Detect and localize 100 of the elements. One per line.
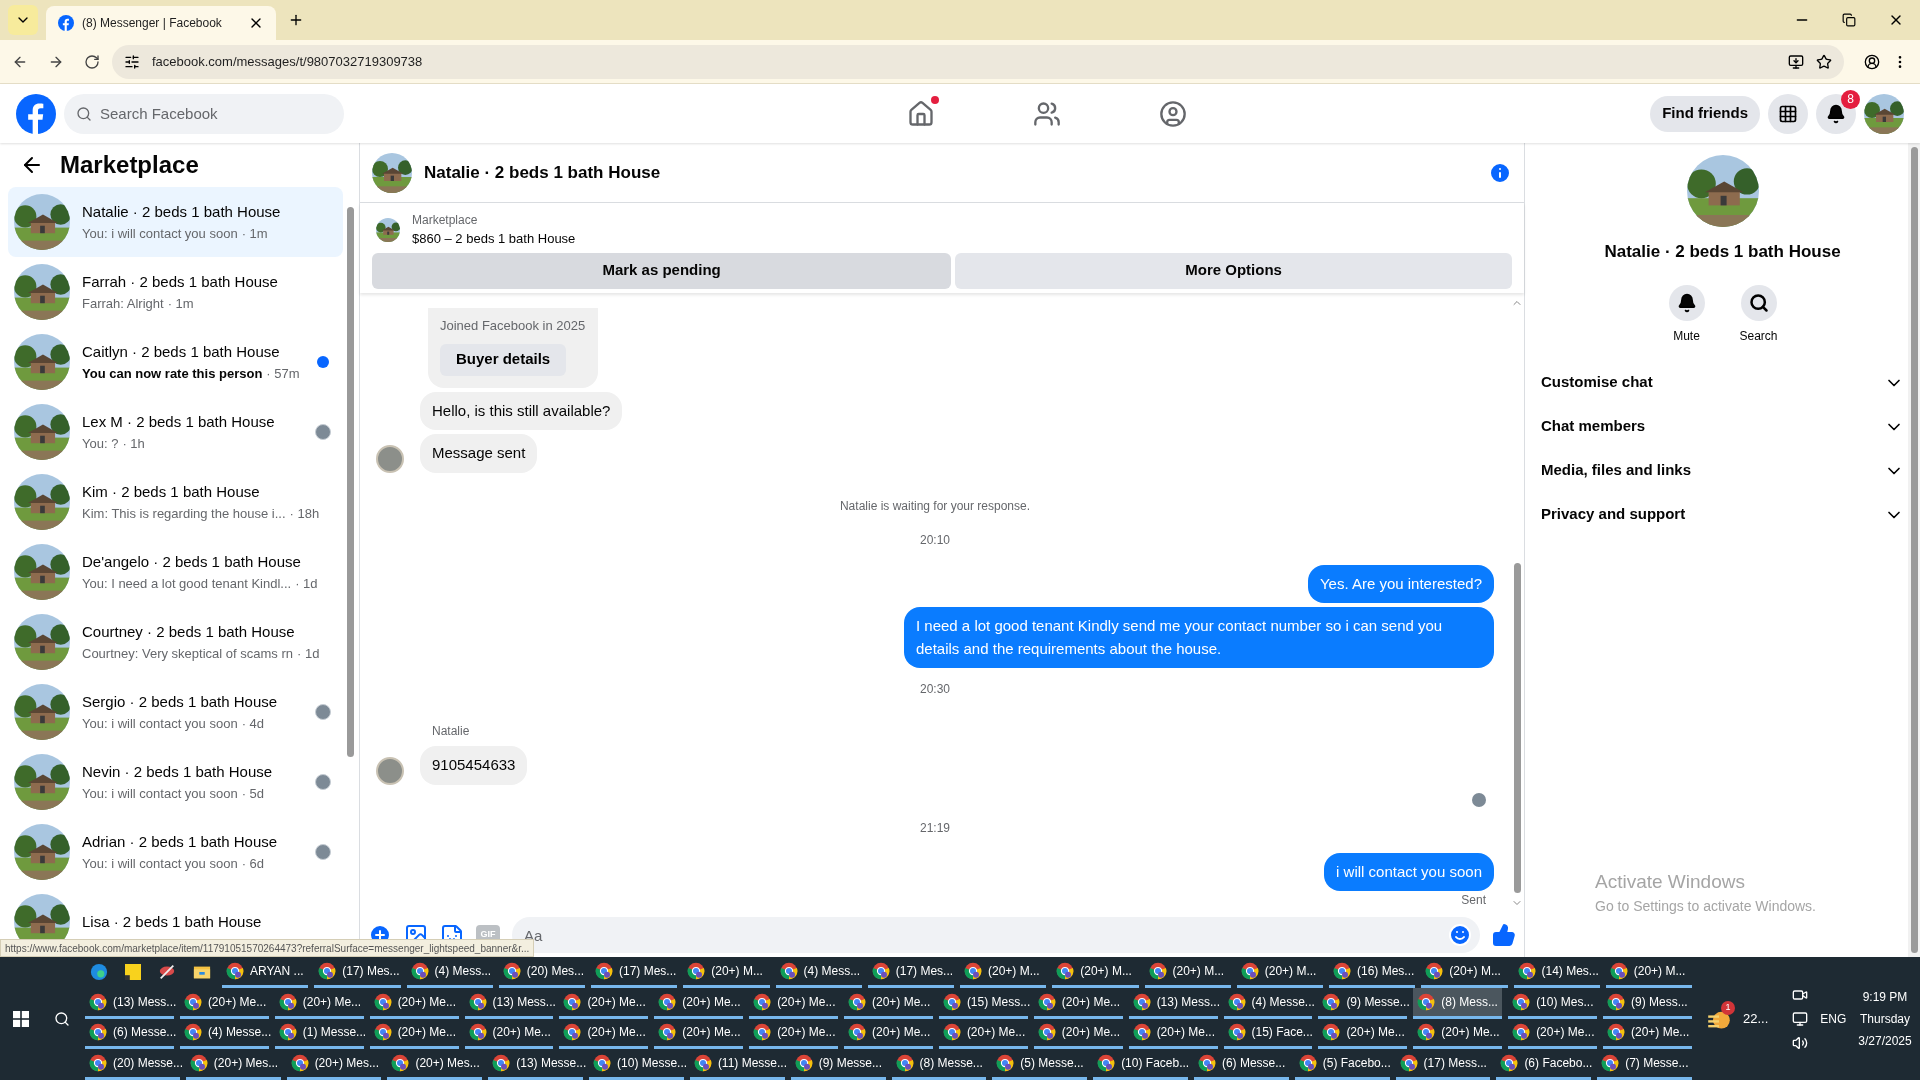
taskbar-window-button[interactable]: (1) Messe... — [274, 1018, 364, 1050]
profile-icon[interactable] — [1864, 53, 1880, 70]
taskbar-window-button[interactable]: (4) Mess... — [406, 957, 493, 988]
windows-start-icon[interactable] — [12, 1010, 29, 1027]
taskbar-window-button[interactable]: (20+) Me... — [369, 1018, 459, 1050]
taskbar-window-button[interactable]: (20+) Me... — [844, 987, 933, 1019]
taskbar-window-button[interactable]: (13) Mess... — [85, 987, 174, 1019]
taskbar-window-button[interactable]: (10) Mes... — [1508, 987, 1597, 1019]
taskbar-window-button[interactable]: (20) Mes... — [498, 957, 585, 988]
scrollbar-thumb[interactable] — [1910, 147, 1918, 953]
taskbar-window-button[interactable]: (13) Mess... — [464, 987, 554, 1019]
taskbar-window-button[interactable]: (13) Messe... — [488, 1049, 584, 1080]
taskbar-window-button[interactable]: (20+) Mes... — [286, 1049, 382, 1080]
taskbar-window-button[interactable]: (14) Mes... — [1513, 957, 1600, 988]
taskbar-window-button[interactable]: (20+) Me... — [938, 1018, 1028, 1050]
taskbar-window-button[interactable]: (6) Facebo... — [1496, 1049, 1592, 1080]
taskbar-window-button[interactable]: (8) Mess... — [1413, 987, 1503, 1019]
friends-icon[interactable] — [1033, 99, 1062, 128]
snipping-tool-icon[interactable] — [158, 963, 176, 982]
taskbar-window-button[interactable]: (20+) Mes... — [185, 1049, 281, 1080]
taskbar-window-button[interactable]: (6) Messe... — [85, 1018, 174, 1050]
bookmark-star-icon[interactable] — [1816, 53, 1832, 70]
search-icon[interactable] — [53, 1010, 70, 1027]
edge-icon[interactable] — [90, 963, 108, 982]
listing-action-button[interactable]: Mark as pending — [372, 252, 952, 289]
taskbar-window-button[interactable]: (20+) M... — [1605, 957, 1692, 988]
taskbar-window-button[interactable]: (20+) M... — [1236, 957, 1323, 988]
profile-action-button[interactable]: Mute — [1662, 284, 1711, 345]
language-indicator[interactable]: ENG — [1820, 1009, 1847, 1028]
taskbar-window-button[interactable]: (10) Messe... — [589, 1049, 684, 1080]
taskbar-window-button[interactable]: (15) Face... — [1223, 1018, 1313, 1050]
taskbar-window-button[interactable]: (17) Mes... — [867, 957, 954, 988]
taskbar-window-button[interactable]: (20+) Me... — [274, 987, 364, 1019]
reload-icon[interactable] — [84, 53, 100, 70]
listing-action-button[interactable]: More Options — [955, 252, 1512, 289]
taskbar-window-button[interactable]: ARYAN ... — [222, 957, 309, 988]
profile-action-button[interactable]: Search — [1734, 284, 1783, 345]
groups-icon[interactable] — [1159, 99, 1188, 128]
taskbar-window-button[interactable]: (13) Mess... — [1128, 987, 1218, 1019]
clock[interactable]: 9:19 PM Thursday 3/27/2025 — [1858, 985, 1912, 1052]
taskbar-window-button[interactable]: (20+) Me... — [1318, 1018, 1408, 1050]
taskbar-window-button[interactable]: (20+) Me... — [559, 987, 649, 1019]
taskbar-window-button[interactable]: (20+) Me... — [654, 1018, 744, 1050]
taskbar-window-button[interactable]: (20+) Me... — [749, 1018, 838, 1050]
facebook-logo-icon[interactable] — [16, 93, 56, 134]
taskbar-window-button[interactable]: (20+) M... — [960, 957, 1047, 988]
address-field[interactable]: facebook.com/messages/t/9807032719309738 — [112, 44, 1844, 79]
like-icon[interactable] — [1492, 923, 1516, 947]
taskbar-window-button[interactable]: (4) Mess... — [775, 957, 862, 988]
menu-button[interactable] — [1768, 93, 1808, 134]
accordion-item[interactable]: Chat members — [1541, 404, 1904, 449]
taskbar-window-button[interactable]: (20+) Me... — [464, 1018, 554, 1050]
taskbar-window-button[interactable]: (20+) Me... — [1128, 1018, 1218, 1050]
scrollbar-thumb[interactable] — [1513, 563, 1521, 893]
taskbar-window-button[interactable]: (9) Messe... — [1318, 987, 1408, 1019]
buyer-details-button[interactable]: Buyer details — [440, 343, 567, 376]
taskbar-window-button[interactable]: (20+) Me... — [179, 987, 269, 1019]
taskbar-window-button[interactable]: (20+) M... — [1144, 957, 1231, 988]
new-tab-icon[interactable] — [288, 12, 304, 28]
taskbar-window-button[interactable]: (20+) Me... — [1603, 1018, 1692, 1050]
accordion-item[interactable]: Privacy and support — [1541, 492, 1904, 537]
site-info-icon[interactable] — [124, 53, 140, 70]
taskbar-window-button[interactable]: (20) Messe... — [85, 1049, 180, 1080]
taskbar-window-button[interactable]: (17) Mes... — [314, 957, 401, 988]
taskbar-window-button[interactable]: (9) Messe... — [790, 1049, 886, 1080]
taskbar-window-button[interactable]: (20+) Me... — [749, 987, 838, 1019]
taskbar-window-button[interactable]: (10) Faceb... — [1093, 1049, 1188, 1080]
taskbar-window-button[interactable]: (20+) Me... — [1033, 1018, 1123, 1050]
taskbar-window-button[interactable]: (16) Mes... — [1329, 957, 1416, 988]
taskbar-window-button[interactable]: (4) Messe... — [1223, 987, 1313, 1019]
taskbar-window-button[interactable]: (6) Messe... — [1193, 1049, 1289, 1080]
taskbar-window-button[interactable]: (5) Messe... — [992, 1049, 1088, 1080]
install-icon[interactable] — [1788, 53, 1804, 70]
taskbar-window-button[interactable]: (17) Mess... — [1395, 1049, 1491, 1080]
taskbar-window-button[interactable]: (20+) Me... — [1508, 1018, 1597, 1050]
sticky-notes-icon[interactable] — [125, 964, 141, 981]
taskbar-window-button[interactable]: (20+) Me... — [844, 1018, 933, 1050]
taskbar-window-button[interactable]: (20+) Me... — [559, 1018, 649, 1050]
taskbar-window-button[interactable]: (15) Mess... — [938, 987, 1028, 1019]
restore-icon[interactable] — [1842, 13, 1856, 27]
taskbar-window-button[interactable]: (17) Mes... — [591, 957, 678, 988]
conversation-item[interactable]: Natalie · 2 beds 1 bath House You: i will contact you soon · 1m — [8, 187, 343, 257]
taskbar-window-button[interactable]: (4) Messe... — [179, 1018, 269, 1050]
accordion-item[interactable]: Media, files and links — [1541, 448, 1904, 493]
taskbar-window-button[interactable]: (20+) Me... — [1033, 987, 1123, 1019]
taskbar-window-button[interactable]: (20+) Me... — [1413, 1018, 1503, 1050]
home-icon[interactable] — [907, 99, 936, 128]
volume-icon[interactable] — [1792, 1034, 1809, 1051]
search-field[interactable]: Search Facebook — [64, 93, 344, 134]
accordion-item[interactable]: Customise chat — [1541, 360, 1904, 405]
taskbar-window-button[interactable]: (20+) M... — [1052, 957, 1139, 988]
scrollbar-thumb[interactable] — [347, 207, 354, 757]
browser-tab[interactable]: (8) Messenger | Facebook — [46, 6, 276, 40]
taskbar-window-button[interactable]: (20+) Mes... — [387, 1049, 483, 1080]
taskbar-window-button[interactable]: (11) Messe... — [689, 1049, 785, 1080]
network-icon[interactable] — [1792, 1010, 1809, 1027]
taskbar-window-button[interactable]: (7) Messe... — [1597, 1049, 1692, 1080]
taskbar-window-button[interactable]: (9) Mess... — [1603, 987, 1692, 1019]
taskbar-window-button[interactable]: (20+) M... — [683, 957, 770, 988]
taskbar-window-button[interactable]: (20+) Me... — [654, 987, 744, 1019]
